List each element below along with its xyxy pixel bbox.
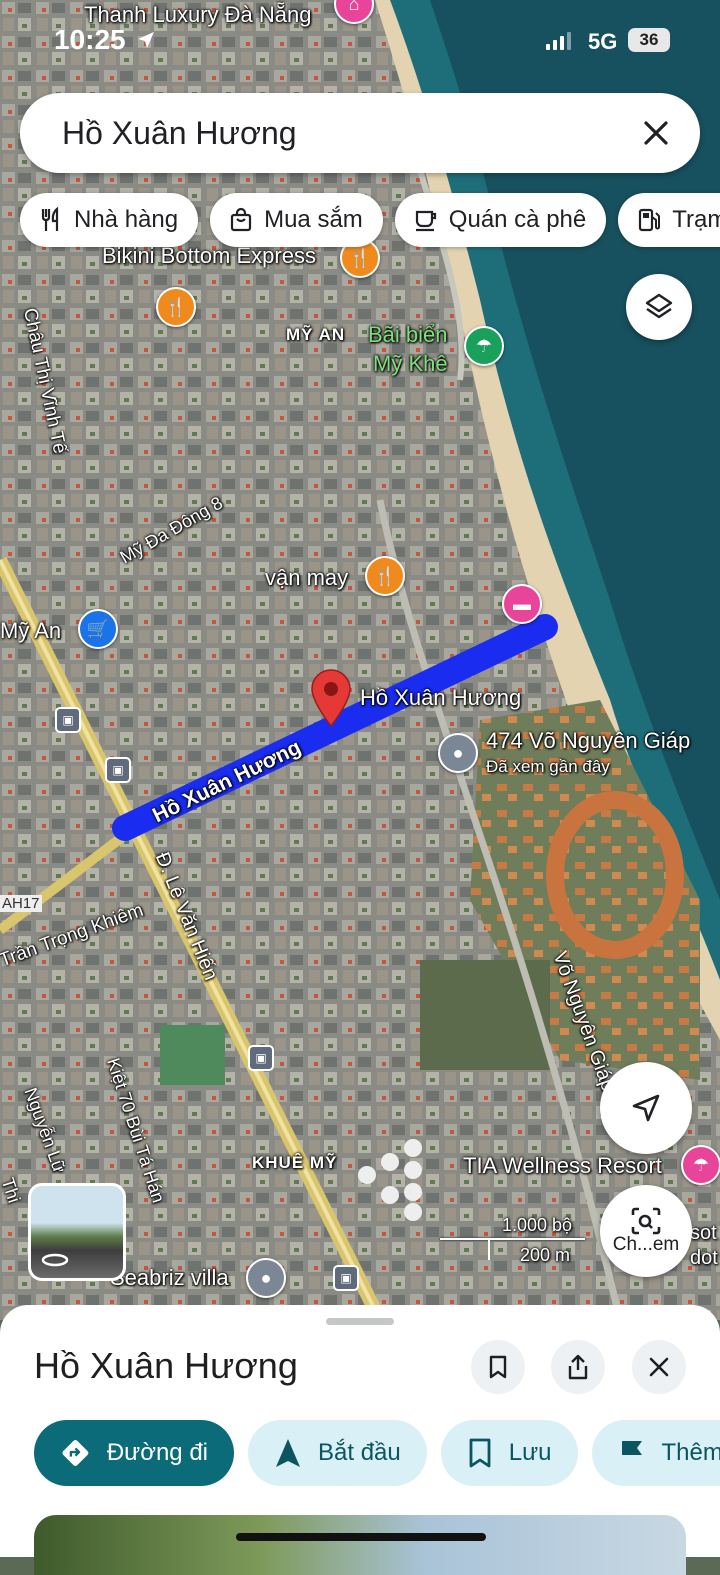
save-label: Lưu [509, 1439, 552, 1467]
map-label-khue-my: KHUÊ MỸ [252, 1153, 337, 1173]
close-sheet-button[interactable] [632, 1340, 686, 1394]
start-label: Bắt đầu [318, 1439, 401, 1467]
directions-button[interactable]: Đường đi [34, 1420, 234, 1486]
place-pin-icon[interactable]: ● [246, 1258, 286, 1298]
layers-button[interactable] [626, 274, 692, 340]
chip-shopping[interactable]: Mua sắm [210, 193, 383, 247]
location-arrow-icon [136, 30, 156, 50]
restaurant-pin-icon[interactable]: 🍴 [156, 287, 196, 327]
selected-location-pin-icon[interactable] [308, 668, 354, 728]
place-photo[interactable] [34, 1515, 686, 1575]
lens-label: Ch...em [613, 1234, 680, 1256]
chip-label: Mua sắm [264, 206, 363, 234]
status-time: 10:25 [54, 24, 126, 56]
directions-icon [60, 1436, 91, 1470]
map-label-sot: sot [690, 1222, 717, 1245]
search-query[interactable]: Hồ Xuân Hương [62, 115, 297, 152]
status-bar: 10:25 5G 36 [0, 0, 720, 80]
map-label-my-an-store[interactable]: Mỹ An [0, 618, 61, 644]
map-label-address[interactable]: 474 Võ Nguyên Giáp [486, 728, 690, 754]
map-label-my-khe[interactable]: Mỹ Khê [373, 351, 448, 377]
my-location-button[interactable] [600, 1062, 692, 1154]
navigation-arrow-icon [274, 1437, 302, 1469]
shopping-bag-icon [228, 207, 254, 233]
directions-label: Đường đi [107, 1439, 208, 1467]
bookmark-icon [487, 1354, 509, 1380]
chip-label: Quán cà phê [449, 206, 586, 234]
scale-bar [440, 1238, 585, 1240]
hotel-pin-icon[interactable]: ▬ [502, 584, 542, 624]
layers-icon [643, 291, 675, 323]
scale-label-ft: 1.000 bộ [502, 1215, 572, 1236]
battery-indicator: 36 [628, 28, 670, 52]
lens-button[interactable]: Ch...em [600, 1185, 692, 1277]
map-label-van-may[interactable]: vận may [265, 565, 348, 591]
camera-search-icon [629, 1206, 663, 1236]
close-icon[interactable] [636, 113, 676, 153]
scale-tick [488, 1238, 490, 1260]
beach-pin-icon[interactable]: ☂ [464, 326, 504, 366]
chip-label: Trạm [672, 206, 720, 234]
network-type: 5G [588, 29, 617, 55]
map-label-bai-bien[interactable]: Bãi biển [368, 322, 448, 348]
close-icon [648, 1356, 670, 1378]
map-label-seabriz[interactable]: Seabriz villa [110, 1265, 229, 1291]
gas-station-icon [636, 207, 662, 233]
bus-stop-icon[interactable]: ▣ [333, 1265, 359, 1291]
restaurant-pin-icon[interactable]: 🍴 [365, 556, 405, 596]
bookmark-icon [467, 1437, 493, 1469]
share-button[interactable] [551, 1340, 605, 1394]
chip-gas-station[interactable]: Trạm [618, 193, 720, 247]
map-label-dot: dot [690, 1247, 718, 1270]
more-button[interactable]: Thêm [592, 1420, 720, 1486]
fork-knife-icon [38, 207, 64, 233]
bus-stop-icon[interactable]: ▣ [105, 757, 131, 783]
map-label-pin[interactable]: Hồ Xuân Hương [360, 685, 521, 711]
recent-place-pin-icon[interactable]: ● [438, 733, 478, 773]
action-buttons: Đường đi Bắt đầu Lưu Thêm [34, 1420, 720, 1486]
route-shield-ah17: AH17 [0, 895, 42, 912]
save-button[interactable]: Lưu [441, 1420, 578, 1486]
category-chips: Nhà hàng Mua sắm Quán cà phê Trạm [20, 193, 720, 247]
home-indicator [236, 1533, 486, 1541]
flag-icon [618, 1438, 646, 1468]
navigation-arrow-icon [629, 1091, 663, 1125]
map-label-tia-wellness[interactable]: TIA Wellness Resort [463, 1153, 662, 1179]
signal-strength-icon [546, 32, 571, 50]
more-label: Thêm [662, 1439, 720, 1467]
search-bar[interactable]: Hồ Xuân Hương [20, 93, 700, 173]
chip-label: Nhà hàng [74, 206, 178, 234]
shopping-cart-pin-icon[interactable]: 🛒 [78, 609, 118, 649]
sheet-drag-handle[interactable] [326, 1318, 394, 1325]
chip-restaurants[interactable]: Nhà hàng [20, 193, 198, 247]
bus-stop-icon[interactable]: ▣ [248, 1045, 274, 1071]
map-label-address-sub: Đã xem gần đây [486, 757, 610, 777]
scale-label-m: 200 m [520, 1245, 570, 1266]
start-button[interactable]: Bắt đầu [248, 1420, 427, 1486]
bus-stop-icon[interactable]: ▣ [55, 707, 81, 733]
map-label-my-an-area: MỸ AN [286, 325, 345, 345]
coffee-cup-icon [413, 207, 439, 233]
rotate-360-icon [31, 1186, 123, 1278]
chip-coffee[interactable]: Quán cà phê [395, 193, 606, 247]
share-icon [565, 1353, 591, 1381]
place-sheet[interactable]: Hồ Xuân Hương Đường đi Bắt đầu [0, 1305, 720, 1557]
place-title: Hồ Xuân Hương [34, 1345, 298, 1387]
save-bookmark-button[interactable] [471, 1340, 525, 1394]
spa-pin-icon[interactable]: ☂ [681, 1145, 720, 1185]
street-view-thumbnail[interactable] [28, 1183, 126, 1281]
